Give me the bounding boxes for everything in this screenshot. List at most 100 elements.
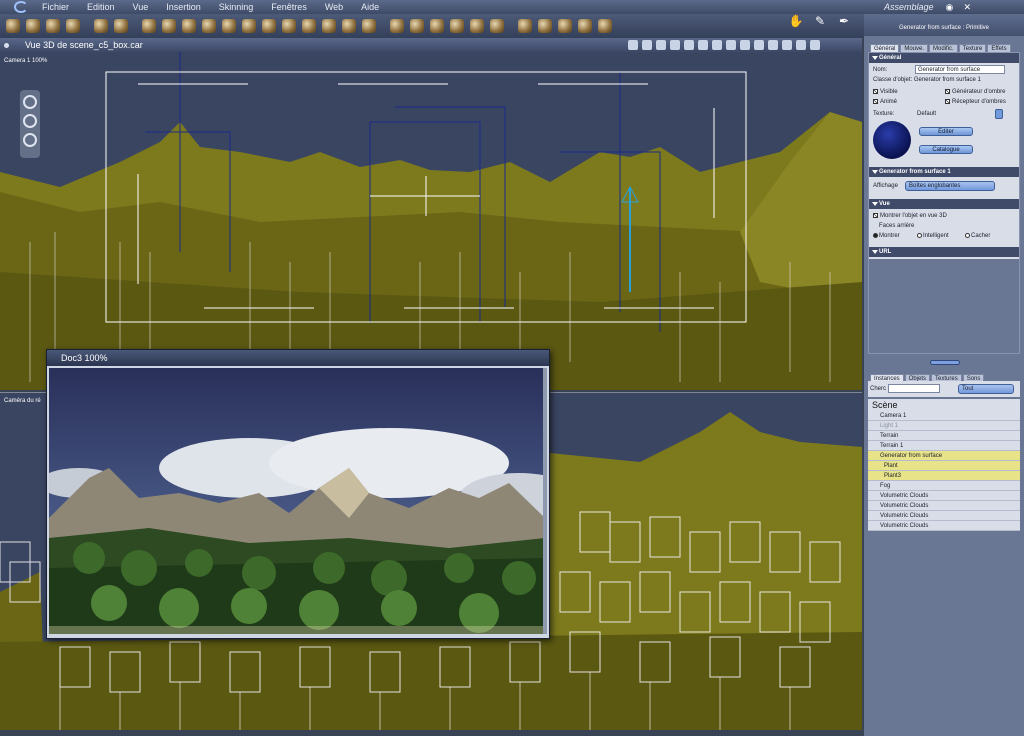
layout-quad-icon[interactable] <box>698 40 708 50</box>
camera-rotate-icon[interactable] <box>538 19 552 33</box>
application-window: Fichier Edition Vue Insertion Skinning F… <box>0 0 1024 736</box>
primitive-disc-icon[interactable] <box>282 19 296 33</box>
primitive-dots-icon[interactable] <box>342 19 356 33</box>
pencil-brush-icon[interactable]: ✎ <box>810 14 830 28</box>
viewport-top[interactable]: Camera 1 100% <box>0 52 862 390</box>
anime-checkbox[interactable]: Animé <box>873 99 897 105</box>
nom-field[interactable]: Generator from surface <box>915 65 1005 74</box>
menu-fichier[interactable]: Fichier <box>34 2 79 12</box>
fullscreen-icon[interactable] <box>810 40 820 50</box>
zoom-icon[interactable] <box>23 133 37 147</box>
filter-select[interactable]: Tout <box>958 384 1014 394</box>
rec-ombre-checkbox[interactable]: Récepteur d'ombres <box>945 99 1006 105</box>
list-item[interactable]: Volumetric Clouds <box>868 491 1020 501</box>
panel-resize-grip[interactable] <box>930 360 960 365</box>
list-item[interactable]: Light 1 <box>868 421 1020 431</box>
primitive-cone-icon[interactable] <box>162 19 176 33</box>
bucket-tool-icon[interactable] <box>410 19 424 33</box>
wire-icon[interactable] <box>754 40 764 50</box>
shade-icon[interactable] <box>740 40 750 50</box>
primitive-cube-icon[interactable] <box>202 19 216 33</box>
viewport-top-title: Vue 3D de scene_c5_box.car <box>25 40 143 50</box>
primitive-sphere-icon[interactable] <box>142 19 156 33</box>
menu-vue[interactable]: Vue <box>125 2 159 12</box>
camera-roll-icon[interactable] <box>578 19 592 33</box>
layout-split-icon[interactable] <box>670 40 680 50</box>
section-generator[interactable]: Generator from surface 1 <box>869 167 1019 177</box>
texture-preview-sphere[interactable] <box>873 121 911 159</box>
list-item-selected[interactable]: Plant <box>868 461 1020 471</box>
list-item[interactable]: Terrain <box>868 431 1020 441</box>
rotate-tool-icon[interactable] <box>46 19 60 33</box>
eye-icon[interactable]: ◉ <box>946 2 958 12</box>
editer-button[interactable]: Editer <box>919 127 973 136</box>
primitive-ring-icon[interactable] <box>222 19 236 33</box>
camera-view-icon[interactable] <box>23 95 37 109</box>
list-item[interactable]: Volumetric Clouds <box>868 521 1020 531</box>
gen-ombre-checkbox[interactable]: Générateur d'ombre <box>945 89 1006 95</box>
section-vue[interactable]: Vue <box>869 199 1019 209</box>
workspace-label[interactable]: Assemblage <box>884 2 934 12</box>
affichage-select[interactable]: Boîtes englobantes <box>905 181 995 191</box>
primitive-hand-icon[interactable] <box>302 19 316 33</box>
menu-web[interactable]: Web <box>317 2 353 12</box>
render-window[interactable]: Doc3 100% <box>46 349 550 639</box>
primitive-star-icon[interactable] <box>262 19 276 33</box>
pan-hand-icon[interactable] <box>23 114 37 128</box>
layers-tool-icon[interactable] <box>450 19 464 33</box>
feather-brush-icon[interactable]: ✒ <box>834 14 854 28</box>
primitive-grid-icon[interactable] <box>322 19 336 33</box>
catalogue-button[interactable]: Catalogue <box>919 145 973 154</box>
section-general[interactable]: Général <box>869 53 1019 63</box>
brush-tool-icon[interactable] <box>94 19 108 33</box>
menu-aide[interactable]: Aide <box>353 2 389 12</box>
section-url[interactable]: URL <box>869 247 1019 257</box>
radio-montrer[interactable]: Montrer <box>873 233 900 239</box>
text-tool-icon[interactable] <box>430 19 444 33</box>
print-icon[interactable] <box>628 40 638 50</box>
target-tool-icon[interactable] <box>470 19 484 33</box>
search-input[interactable] <box>888 384 940 393</box>
primitive-frame-icon[interactable] <box>362 19 376 33</box>
montrer-objet-checkbox[interactable]: Montrer l'objet en vue 3D <box>873 213 947 219</box>
camera-zoom-icon[interactable] <box>558 19 572 33</box>
camera-move-icon[interactable] <box>518 19 532 33</box>
menu-edition[interactable]: Edition <box>79 2 125 12</box>
list-item[interactable]: Terrain 1 <box>868 441 1020 451</box>
render-window-title[interactable]: Doc3 100% <box>47 350 549 366</box>
list-item[interactable]: Volumetric Clouds <box>868 501 1020 511</box>
light-icon[interactable] <box>726 40 736 50</box>
transform-tool-icon[interactable] <box>490 19 504 33</box>
layout-single-icon[interactable] <box>656 40 666 50</box>
texture-icon[interactable] <box>796 40 806 50</box>
menu-skinning[interactable]: Skinning <box>211 2 264 12</box>
render-window-scrollbar[interactable] <box>543 368 547 634</box>
menu-insertion[interactable]: Insertion <box>158 2 211 12</box>
menu-fenetres[interactable]: Fenêtres <box>263 2 317 12</box>
layout-grid-icon[interactable] <box>684 40 694 50</box>
texture-dropdown-icon[interactable] <box>995 109 1003 119</box>
pen-tool-icon[interactable] <box>390 19 404 33</box>
viewport-top-camera-label: Camera 1 100% <box>4 58 48 64</box>
list-item-selected[interactable]: Plant3 <box>868 471 1020 481</box>
select-tool-icon[interactable] <box>6 19 20 33</box>
hand-brush-icon[interactable]: ✋ <box>786 14 806 28</box>
close-icon[interactable]: ✕ <box>964 2 976 12</box>
move-tool-icon[interactable] <box>26 19 40 33</box>
render-icon[interactable] <box>598 19 612 33</box>
primitive-torus-icon[interactable] <box>182 19 196 33</box>
paint-tool-icon[interactable] <box>114 19 128 33</box>
radio-cacher[interactable]: Cacher <box>965 233 990 239</box>
list-item[interactable]: Camera 1 <box>868 411 1020 421</box>
radio-intelligent[interactable]: Intelligent <box>917 233 949 239</box>
solid-icon[interactable] <box>782 40 792 50</box>
primitive-plane-icon[interactable] <box>242 19 256 33</box>
perspective-icon[interactable] <box>712 40 722 50</box>
box-icon[interactable] <box>768 40 778 50</box>
list-item-selected[interactable]: Generator from surface <box>868 451 1020 461</box>
visible-checkbox[interactable]: Visible <box>873 89 898 95</box>
render-settings-icon[interactable] <box>642 40 652 50</box>
sphere-tool-icon[interactable] <box>66 19 80 33</box>
list-item[interactable]: Volumetric Clouds <box>868 511 1020 521</box>
list-item[interactable]: Fog <box>868 481 1020 491</box>
